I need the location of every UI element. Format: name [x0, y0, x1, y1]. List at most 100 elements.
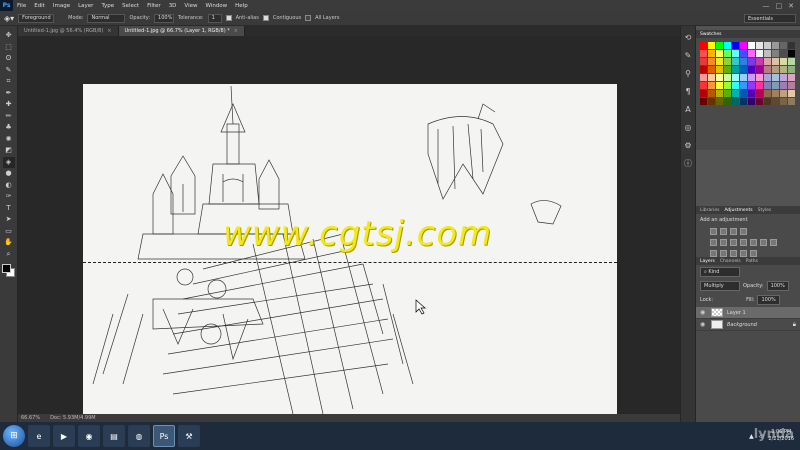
menu-window[interactable]: Window	[201, 3, 231, 9]
swatch[interactable]	[740, 58, 747, 65]
vibrance-icon[interactable]	[710, 239, 717, 246]
swatch[interactable]	[756, 82, 763, 89]
fill-input[interactable]: 100%	[757, 295, 780, 305]
swatch[interactable]	[748, 82, 755, 89]
blur-icon[interactable]: ●	[3, 168, 15, 180]
history-brush-icon[interactable]: ✺	[3, 134, 15, 146]
swatch[interactable]	[740, 82, 747, 89]
swatch[interactable]	[732, 58, 739, 65]
color-swatches[interactable]	[1, 264, 16, 278]
swatch[interactable]	[756, 98, 763, 105]
all-layers-checkbox[interactable]	[305, 15, 312, 21]
crop-icon[interactable]: ⌗	[3, 76, 15, 88]
menu-image[interactable]: Image	[49, 3, 74, 9]
swatch[interactable]	[700, 74, 707, 81]
black-white-icon[interactable]	[740, 239, 747, 246]
type-icon[interactable]: T	[3, 203, 15, 215]
menu-select[interactable]: Select	[118, 3, 143, 9]
swatch[interactable]	[724, 42, 731, 49]
layer-row-layer-1[interactable]: ◉ Layer 1	[696, 307, 800, 319]
swatch[interactable]	[788, 98, 795, 105]
start-button[interactable]: ⊞	[3, 425, 25, 447]
layer-row-background[interactable]: ◉ Background 🔒︎	[696, 319, 800, 331]
menu-layer[interactable]: Layer	[74, 3, 97, 9]
swatch[interactable]	[740, 42, 747, 49]
contiguous-checkbox[interactable]	[262, 15, 269, 21]
swatch[interactable]	[708, 58, 715, 65]
swatch[interactable]	[780, 90, 787, 97]
exposure-icon[interactable]	[740, 228, 747, 235]
clone-source-icon[interactable]: ⚲	[683, 68, 693, 78]
swatch[interactable]	[716, 50, 723, 57]
swatch[interactable]	[788, 58, 795, 65]
brush-presets-icon[interactable]: ✎	[683, 50, 693, 60]
navigator-icon[interactable]: ◎	[683, 122, 693, 132]
menu-view[interactable]: View	[180, 3, 201, 9]
swatch[interactable]	[780, 82, 787, 89]
swatch[interactable]	[780, 50, 787, 57]
swatch[interactable]	[732, 74, 739, 81]
swatch[interactable]	[780, 74, 787, 81]
swatch[interactable]	[740, 74, 747, 81]
swatch[interactable]	[748, 42, 755, 49]
swatch[interactable]	[756, 42, 763, 49]
swatch[interactable]	[708, 90, 715, 97]
tab-layers[interactable]: Layers	[700, 259, 715, 264]
swatch[interactable]	[716, 74, 723, 81]
history-icon[interactable]: ⟲	[683, 32, 693, 42]
swatch[interactable]	[716, 98, 723, 105]
zoom-level[interactable]: 66.67%	[21, 415, 40, 421]
swatch[interactable]	[764, 42, 771, 49]
swatch[interactable]	[724, 82, 731, 89]
color-balance-icon[interactable]	[730, 239, 737, 246]
swatch[interactable]	[732, 90, 739, 97]
swatch[interactable]	[780, 98, 787, 105]
swatch[interactable]	[740, 66, 747, 73]
swatch[interactable]	[756, 58, 763, 65]
swatch[interactable]	[708, 42, 715, 49]
rectangle-icon[interactable]: ▭	[3, 226, 15, 238]
swatch[interactable]	[732, 66, 739, 73]
move-icon[interactable]: ✥	[3, 30, 15, 42]
swatch[interactable]	[764, 74, 771, 81]
workspace-select[interactable]: Essentials	[744, 14, 796, 23]
zoom-icon[interactable]: ⌕	[3, 249, 15, 261]
tab-document-2[interactable]: Untitled-1.jpg @ 66.7% (Layer 1, RGB/8) …	[118, 26, 245, 36]
firefox-icon[interactable]: ◍	[128, 425, 150, 447]
fill-source-select[interactable]: Foreground	[18, 13, 55, 23]
foreground-color[interactable]	[1, 264, 11, 273]
blend-mode-select[interactable]: Multiply	[700, 281, 740, 291]
eraser-icon[interactable]: ◩	[3, 145, 15, 157]
menu-edit[interactable]: Edit	[30, 3, 49, 9]
tab-channels[interactable]: Channels	[720, 259, 741, 264]
visibility-eye-icon[interactable]: ◉	[700, 309, 707, 316]
photoshop-icon[interactable]: Ps	[153, 425, 175, 447]
swatch[interactable]	[724, 98, 731, 105]
swatch[interactable]	[700, 66, 707, 73]
invert-icon[interactable]	[710, 250, 717, 257]
swatch[interactable]	[716, 42, 723, 49]
swatch[interactable]	[748, 74, 755, 81]
path-select-icon[interactable]: ➤	[3, 214, 15, 226]
info-icon[interactable]: ⓘ	[683, 158, 693, 168]
swatch[interactable]	[700, 98, 707, 105]
clone-stamp-icon[interactable]: ♣	[3, 122, 15, 134]
swatch[interactable]	[756, 50, 763, 57]
tab-adjustments[interactable]: Adjustments	[724, 208, 752, 213]
visibility-eye-icon[interactable]: ◉	[700, 321, 707, 328]
swatch[interactable]	[788, 90, 795, 97]
tools-icon[interactable]: ⚒	[178, 425, 200, 447]
swatch[interactable]	[764, 82, 771, 89]
swatch[interactable]	[772, 90, 779, 97]
swatch[interactable]	[756, 90, 763, 97]
channel-mixer-icon[interactable]	[760, 239, 767, 246]
swatch[interactable]	[764, 58, 771, 65]
layer-filter-select[interactable]: ⌕ Kind	[700, 267, 740, 277]
swatch[interactable]	[748, 58, 755, 65]
character-icon[interactable]: A	[683, 104, 693, 114]
tab-paths[interactable]: Paths	[746, 259, 758, 264]
swatch[interactable]	[700, 90, 707, 97]
menu-filter[interactable]: Filter	[143, 3, 165, 9]
swatch[interactable]	[748, 90, 755, 97]
swatch[interactable]	[724, 90, 731, 97]
